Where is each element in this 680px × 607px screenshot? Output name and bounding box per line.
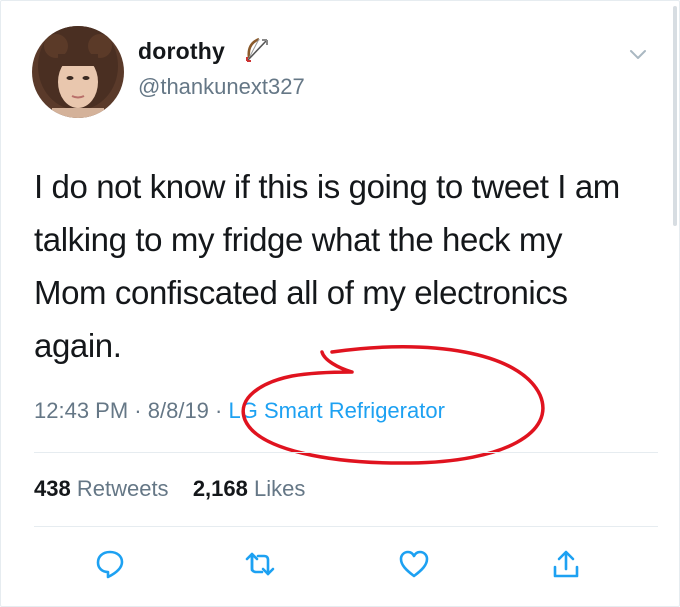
retweet-button[interactable] <box>244 548 276 580</box>
meta-separator: · <box>134 398 148 423</box>
share-icon <box>553 550 579 578</box>
tweet-text: I do not know if this is going to tweet … <box>34 168 620 364</box>
like-button[interactable] <box>398 548 430 580</box>
like-icon <box>399 550 429 578</box>
like-count[interactable]: 2,168 <box>193 476 248 501</box>
scrollbar[interactable] <box>673 6 677 226</box>
retweet-icon <box>245 552 275 576</box>
likes-label[interactable]: Likes <box>254 476 305 501</box>
retweet-count[interactable]: 438 <box>34 476 71 501</box>
tweet-source[interactable]: LG Smart Refrigerator <box>229 398 445 423</box>
retweets-label[interactable]: Retweets <box>77 476 169 501</box>
avatar-photo <box>38 26 118 118</box>
display-name[interactable]: dorothy <box>138 38 225 65</box>
tweet-stats: 438 Retweets 2,168 Likes <box>34 476 305 502</box>
bow-and-arrow-icon <box>246 37 268 62</box>
tweet-time[interactable]: 12:43 PM <box>34 398 128 423</box>
reply-button[interactable] <box>94 548 126 580</box>
reply-icon <box>96 550 124 579</box>
user-handle[interactable]: @thankunext327 <box>138 74 305 100</box>
divider <box>34 526 658 527</box>
chevron-down-icon[interactable] <box>628 44 648 64</box>
tweet-date[interactable]: 8/8/19 <box>148 398 209 423</box>
tweet-meta: 12:43 PM · 8/8/19 · LG Smart Refrigerato… <box>34 398 445 424</box>
divider <box>34 452 658 453</box>
meta-separator: · <box>215 398 229 423</box>
tweet-actions <box>0 548 680 582</box>
avatar[interactable] <box>32 26 124 118</box>
share-button[interactable] <box>550 548 582 580</box>
